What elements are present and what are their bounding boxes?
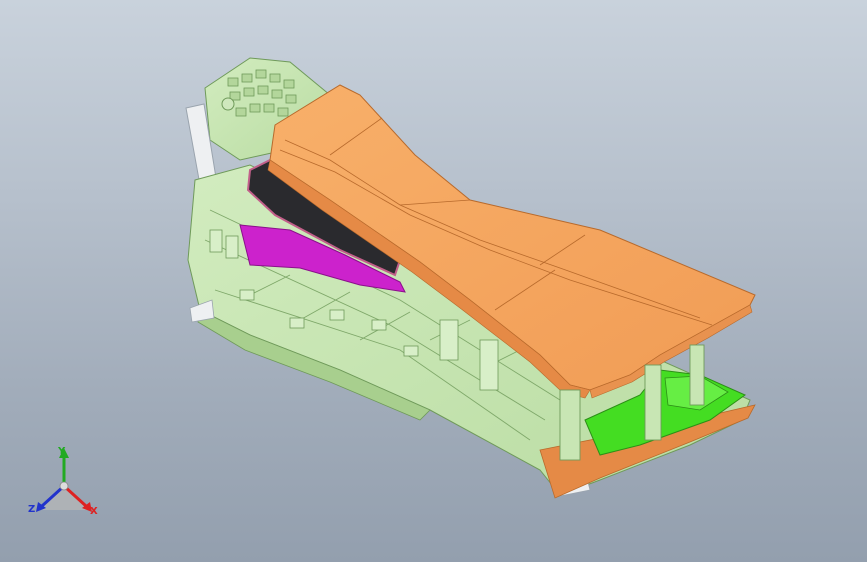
z-axis-label: Z	[28, 504, 36, 515]
console-3d-model[interactable]	[0, 0, 867, 562]
triad-origin	[59, 481, 69, 491]
cad-viewport[interactable]: Y X Z	[0, 0, 867, 562]
y-axis-label: Y	[58, 446, 66, 457]
x-axis-label: X	[90, 506, 98, 517]
